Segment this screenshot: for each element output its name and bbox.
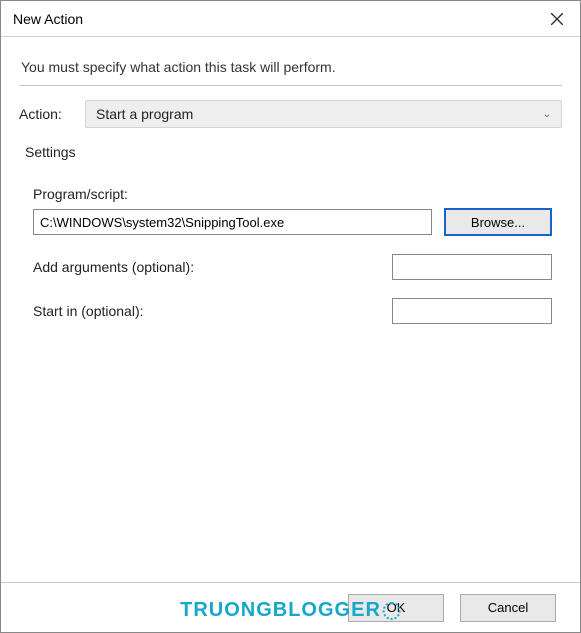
browse-button-label: Browse...	[471, 215, 525, 230]
ok-button-label: OK	[387, 600, 406, 615]
window-title: New Action	[13, 11, 83, 27]
cancel-button[interactable]: Cancel	[460, 594, 556, 622]
separator	[19, 85, 562, 86]
settings-group-label: Settings	[25, 144, 562, 160]
action-selected-value: Start a program	[96, 106, 193, 122]
cancel-button-label: Cancel	[488, 600, 528, 615]
program-script-input[interactable]	[33, 209, 432, 235]
browse-button[interactable]: Browse...	[444, 208, 552, 236]
dialog-content: You must specify what action this task w…	[1, 37, 580, 324]
action-row: Action: Start a program ⌄	[19, 100, 562, 128]
action-dropdown[interactable]: Start a program ⌄	[85, 100, 562, 128]
close-icon	[551, 13, 563, 25]
program-script-label: Program/script:	[33, 186, 552, 202]
start-in-input[interactable]	[392, 298, 552, 324]
titlebar: New Action	[1, 1, 580, 37]
add-arguments-input[interactable]	[392, 254, 552, 280]
program-script-row: Browse...	[33, 208, 552, 236]
dialog-new-action: New Action You must specify what action …	[0, 0, 581, 633]
chevron-down-icon: ⌄	[543, 109, 551, 120]
ok-button[interactable]: OK	[348, 594, 444, 622]
settings-group: Program/script: Browse... Add arguments …	[19, 170, 562, 324]
add-arguments-row: Add arguments (optional):	[33, 254, 552, 280]
start-in-label: Start in (optional):	[33, 303, 372, 319]
instruction-text: You must specify what action this task w…	[21, 59, 562, 75]
dialog-footer: OK Cancel	[1, 582, 580, 632]
close-button[interactable]	[534, 1, 580, 37]
start-in-row: Start in (optional):	[33, 298, 552, 324]
add-arguments-label: Add arguments (optional):	[33, 259, 372, 275]
action-label: Action:	[19, 106, 75, 122]
